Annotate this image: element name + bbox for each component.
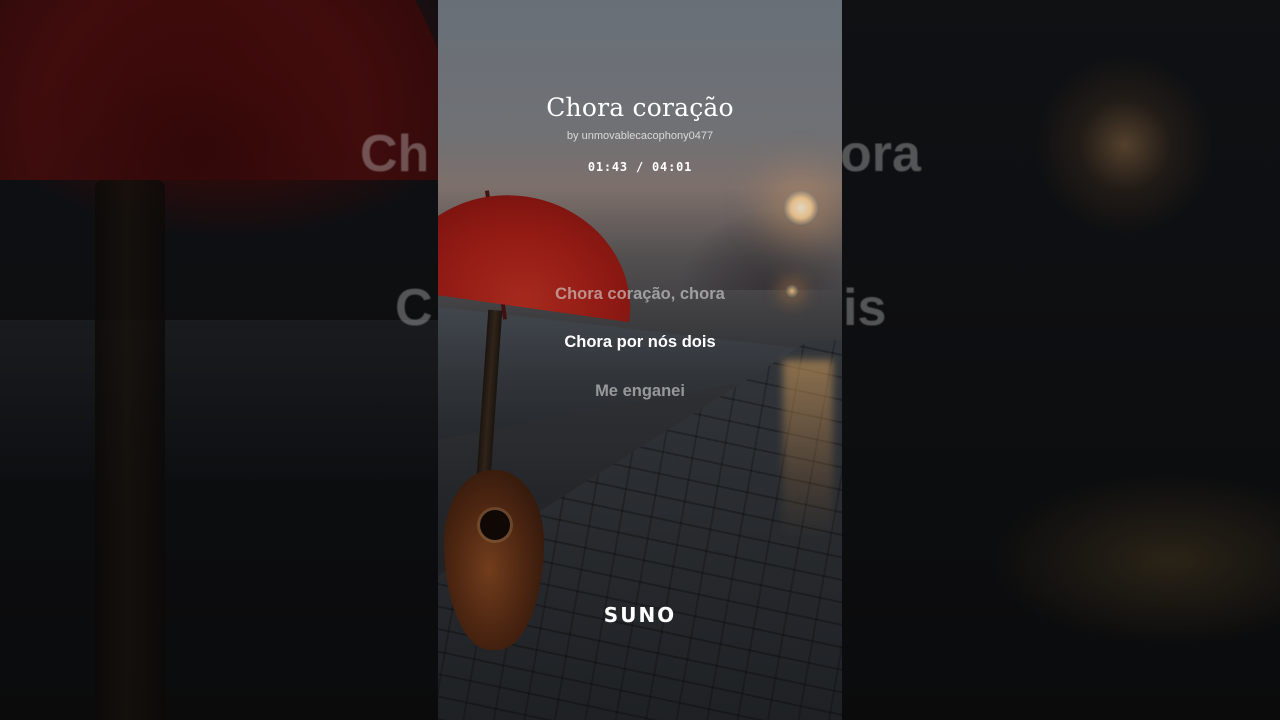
lyric-next-line: Me enganei [595, 382, 685, 400]
lyric-current-line: Chora por nós dois [564, 333, 716, 351]
background-lyric-fragment: C [395, 279, 433, 337]
song-artist: by unmovablecacophony0477 [566, 130, 714, 142]
background-lyric-fragment: is [843, 279, 887, 337]
video-panel: Chora coração by unmovablecacophony0477 … [438, 0, 842, 720]
suno-logo: SUNO [603, 603, 677, 627]
background-lyric-fragment: Ch [360, 125, 430, 183]
song-title: Chora coração [546, 93, 734, 122]
background-lyric-fragment: ora [840, 125, 921, 183]
lyric-previous-line: Chora coração, chora [555, 285, 725, 303]
playback-time: 01:43 / 04:01 [587, 160, 693, 174]
video-frame: Ch ora C is Chora coração by unmovableca… [0, 0, 1280, 720]
